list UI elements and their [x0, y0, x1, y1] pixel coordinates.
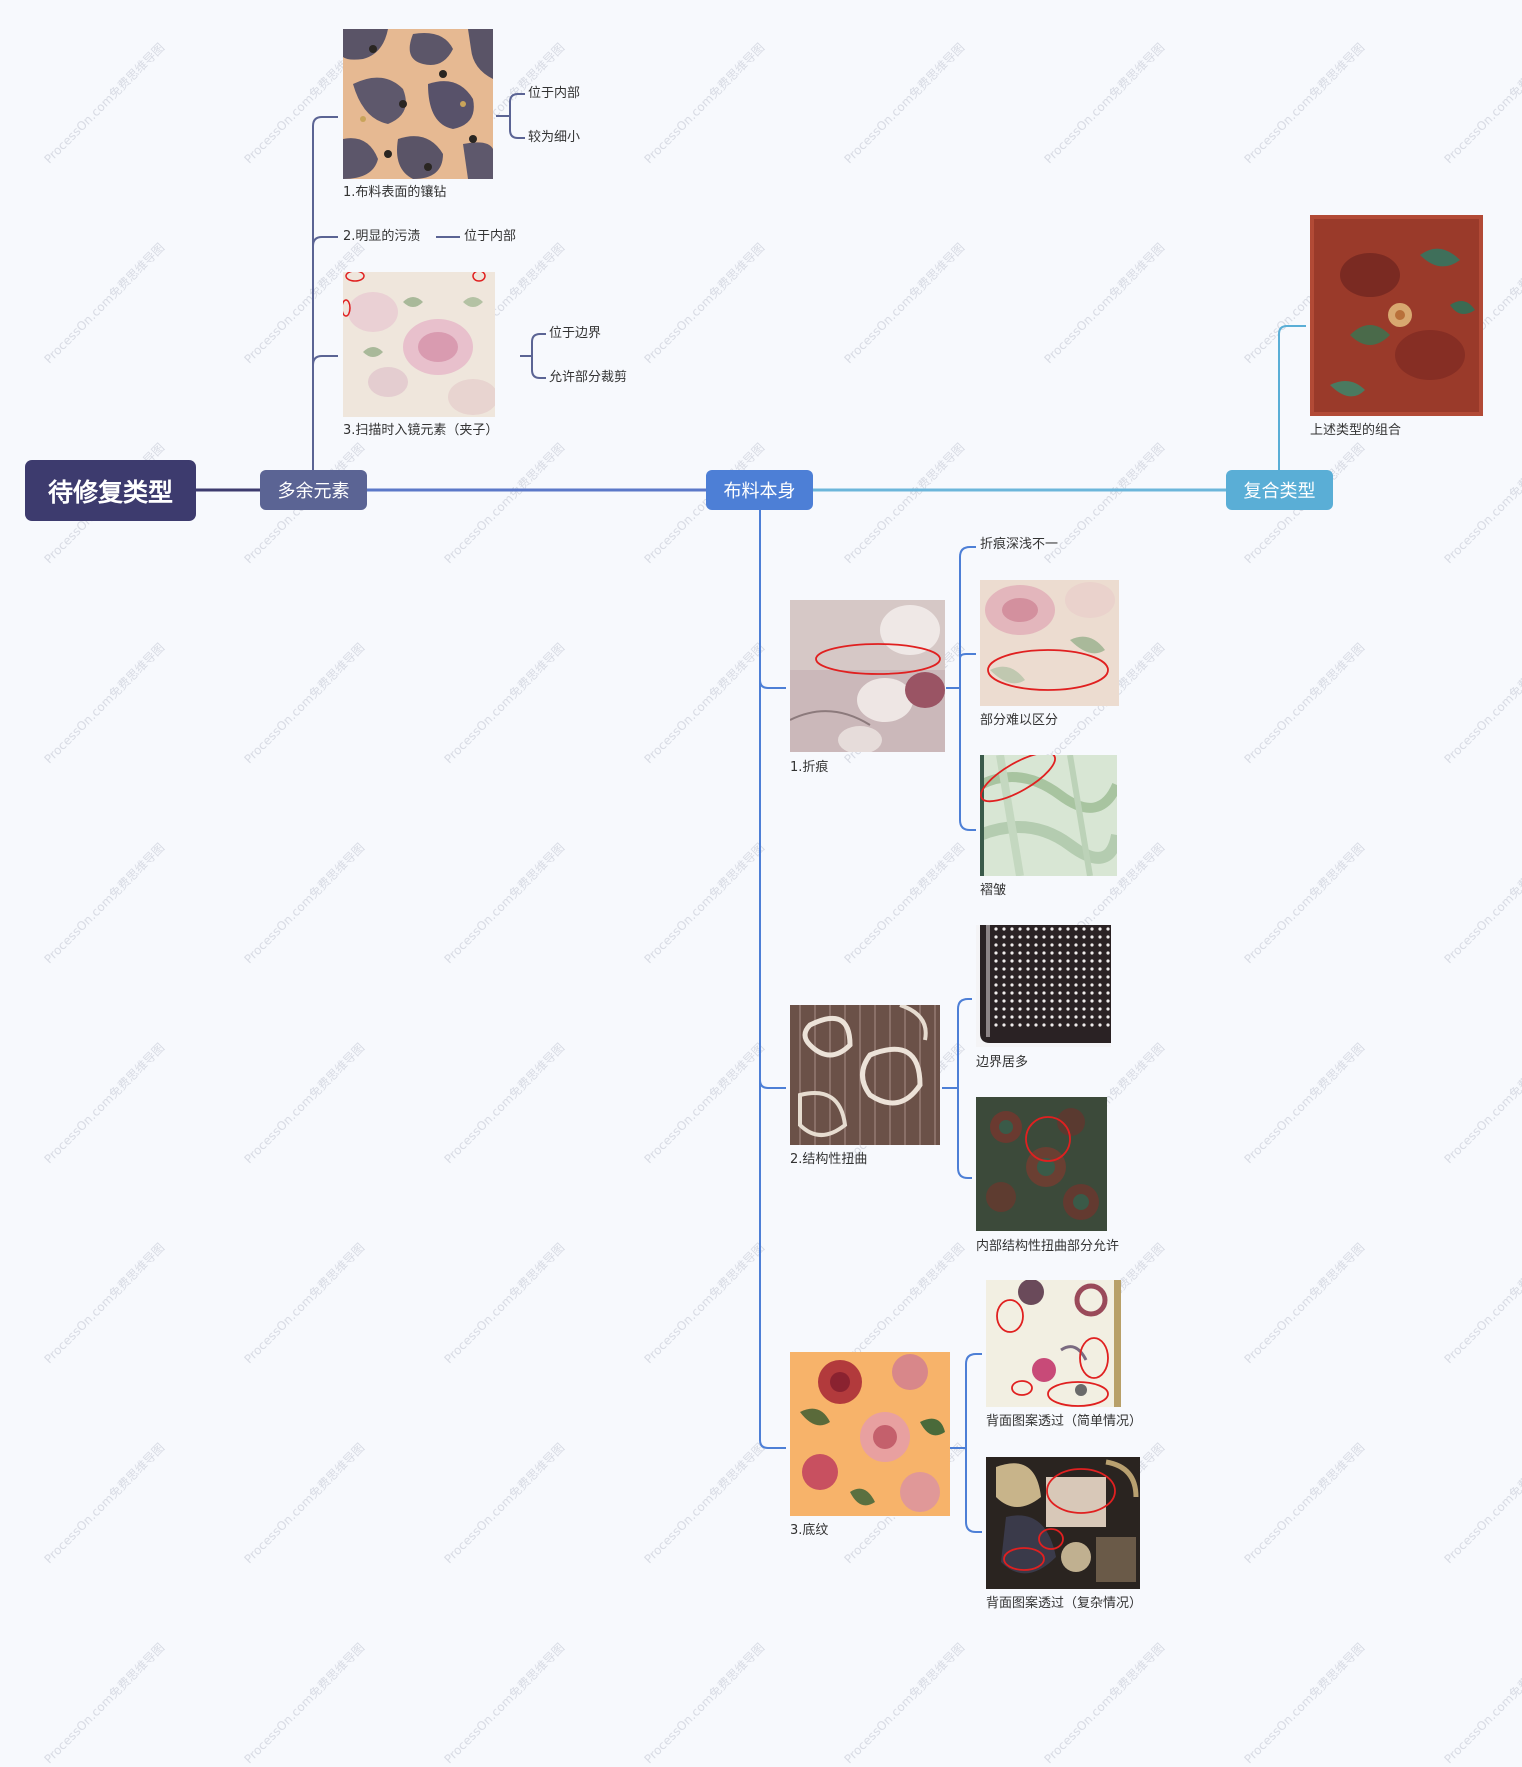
watermark-text: ProcessOn.com免费思维导图	[241, 1640, 368, 1767]
connector-fabric-item2	[759, 1079, 786, 1089]
connector-item1-notes	[496, 93, 525, 139]
dark-pattern-image[interactable]	[976, 1097, 1107, 1231]
item-label: 2.明显的污渍	[343, 229, 421, 244]
red-floral-scarf-image[interactable]	[1310, 215, 1483, 416]
leopard-fabric-image[interactable]	[343, 29, 493, 179]
green-wrinkle-image[interactable]	[980, 755, 1117, 876]
watermark-text: ProcessOn.com免费思维导图	[441, 1640, 568, 1767]
sub-label: 折痕深浅不一	[980, 537, 1059, 552]
watermark-text: ProcessOn.com免费思维导图	[1441, 1640, 1522, 1767]
paisley-fabric-image[interactable]	[790, 1005, 940, 1145]
note-label: 较为细小	[528, 130, 581, 145]
connector-texture-sub	[950, 1353, 982, 1533]
root-label: 待修复类型	[47, 477, 173, 507]
connector-fabric-trunk	[759, 510, 786, 1449]
root-node[interactable]: 待修复类型	[25, 460, 196, 521]
connector-lines	[196, 93, 1306, 1533]
watermark-text: ProcessOn.com免费思维导图	[641, 1640, 768, 1767]
branch-fabric-itself[interactable]: 布料本身	[706, 470, 813, 510]
pink-floral-crease-image[interactable]	[980, 580, 1119, 706]
item-label: 1.折痕	[790, 760, 829, 775]
watermark-text: ProcessOn.com免费思维导图	[1241, 1640, 1368, 1767]
watermark-text: ProcessOn.com免费思维导图	[1041, 1640, 1168, 1767]
watermark-text: ProcessOn.com免费思维导图	[41, 1640, 168, 1767]
branch-label: 布料本身	[723, 481, 796, 502]
mind-map-canvas: ProcessOn.com免费思维导图 ProcessOn.com免费思维导图 Pr…	[0, 0, 1522, 1766]
branch-label: 多余元素	[277, 481, 350, 502]
branch-label: 复合类型	[1243, 481, 1316, 502]
connector-item3-notes	[520, 333, 546, 379]
cream-floral-image[interactable]	[986, 1280, 1121, 1407]
note-label: 位于内部	[464, 229, 517, 244]
note-label: 允许部分裁剪	[549, 370, 628, 385]
branch-composite[interactable]: 复合类型	[1226, 470, 1333, 510]
item-label: 3.底纹	[790, 1523, 829, 1538]
sub-label: 背面图案透过（复杂情况）	[986, 1596, 1143, 1611]
crease-fabric-image[interactable]	[790, 600, 945, 752]
connector-fabric-item1	[759, 679, 786, 689]
sub-label: 褶皱	[980, 883, 1007, 898]
branch-extra-elements[interactable]: 多余元素	[260, 470, 367, 510]
orange-peony-image[interactable]	[790, 1352, 950, 1516]
sub-label: 部分难以区分	[980, 713, 1059, 728]
item-label: 2.结构性扭曲	[790, 1152, 868, 1167]
note-label: 位于内部	[528, 86, 581, 101]
sub-label: 内部结构性扭曲部分允许	[976, 1239, 1120, 1254]
connector-composite-item1	[1278, 325, 1306, 470]
sub-label: 边界居多	[976, 1055, 1029, 1070]
floral-clip-image[interactable]	[343, 272, 495, 417]
connector-extra-item2	[312, 236, 338, 247]
item-label: 1.布料表面的镶钻	[343, 185, 447, 200]
item-label: 3.扫描时入镜元素（夹子）	[343, 423, 499, 438]
dark-paisley-image[interactable]	[986, 1457, 1140, 1589]
polka-dot-scarf-image[interactable]	[976, 925, 1111, 1047]
connector-distortion-sub	[942, 998, 972, 1179]
connector-extra-item3	[312, 355, 338, 366]
item-label: 上述类型的组合	[1310, 423, 1402, 438]
watermark-text: ProcessOn.com免费思维导图	[841, 1640, 968, 1767]
note-label: 位于边界	[549, 326, 602, 341]
sub-label: 背面图案透过（简单情况）	[986, 1414, 1143, 1429]
connector-extra-item1	[312, 116, 338, 470]
connector-crease-sub	[946, 546, 976, 831]
